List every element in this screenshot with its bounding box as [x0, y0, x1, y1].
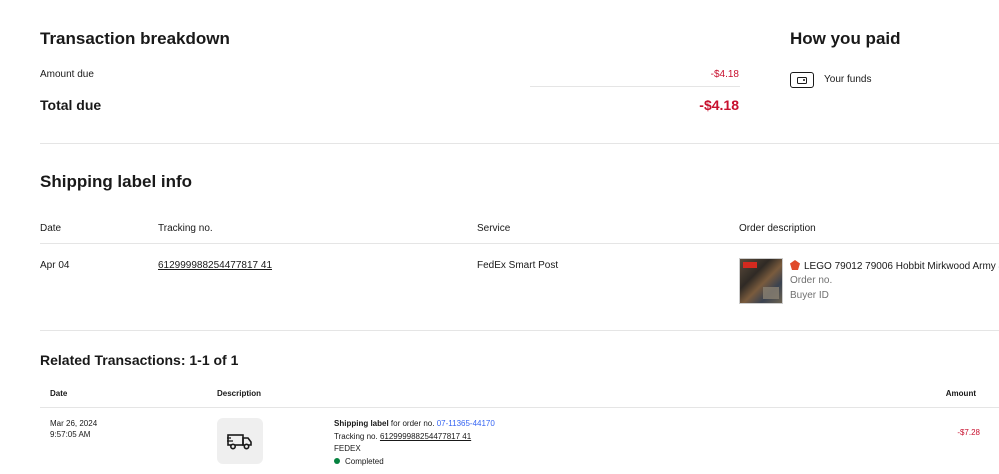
related-order-link[interactable]: 07-11365-44170	[437, 419, 495, 428]
related-status: Completed	[334, 456, 495, 469]
related-title: Related Transactions: 1-1 of 1	[40, 352, 239, 368]
related-status-text: Completed	[345, 456, 384, 466]
section-divider	[40, 143, 999, 144]
status-dot-icon	[334, 457, 340, 464]
payment-method-label: Your funds	[824, 74, 872, 85]
related-carrier: FEDEX	[334, 444, 361, 453]
related-header-date: Date	[50, 389, 68, 398]
shipping-tracking-link[interactable]: 612999988254477817 41	[158, 260, 272, 271]
section-divider-2	[40, 330, 999, 331]
related-label-line: Shipping label for order no. 07-11365-44…	[334, 418, 495, 431]
shipping-header-date: Date	[40, 223, 62, 234]
shipping-header-order: Order description	[739, 223, 816, 234]
amount-due-value: -$4.18	[710, 69, 739, 80]
item-title-row[interactable]: LEGO 79012 79006 Hobbit Mirkwood Army &	[790, 260, 999, 272]
payment-title: How you paid	[790, 29, 901, 48]
wallet-icon	[790, 72, 814, 88]
related-tracking-link[interactable]: 612999988254477817 41	[380, 432, 471, 441]
related-label-bold: Shipping label	[334, 419, 389, 428]
amount-divider	[530, 86, 740, 87]
shipping-title: Shipping label info	[40, 172, 193, 191]
related-tracking-label: Tracking no.	[334, 431, 380, 441]
item-flag-icon	[790, 260, 800, 270]
shipping-date: Apr 04	[40, 260, 70, 271]
shipping-header-divider	[40, 243, 999, 244]
related-header-amount: Amount	[945, 389, 976, 398]
shipping-header-tracking: Tracking no.	[158, 223, 213, 234]
item-thumbnail[interactable]	[739, 258, 783, 304]
related-tracking-line: Tracking no. 612999988254477817 41	[334, 431, 495, 444]
related-label-rest: for order no.	[388, 419, 437, 428]
breakdown-title: Transaction breakdown	[40, 29, 230, 48]
total-due-label: Total due	[40, 97, 102, 113]
amount-due-label: Amount due	[40, 69, 94, 80]
item-title[interactable]: LEGO 79012 79006 Hobbit Mirkwood Army &	[804, 261, 999, 272]
total-due-value: -$4.18	[699, 97, 739, 113]
buyer-id-label: Buyer ID	[790, 290, 829, 301]
related-date-day: Mar 26, 2024	[50, 419, 98, 428]
shipping-service: FedEx Smart Post	[477, 260, 559, 271]
related-amount: -$7.28	[957, 428, 980, 437]
shipping-header-service: Service	[477, 223, 511, 234]
related-date-time: 9:57:05 AM	[50, 430, 91, 439]
order-no-label: Order no.	[790, 275, 833, 286]
related-header-description: Description	[217, 389, 262, 398]
truck-icon	[217, 418, 263, 464]
related-date: Mar 26, 2024 9:57:05 AM	[50, 418, 97, 440]
related-description: Shipping label for order no. 07-11365-44…	[334, 418, 495, 468]
related-header-divider	[40, 407, 999, 408]
